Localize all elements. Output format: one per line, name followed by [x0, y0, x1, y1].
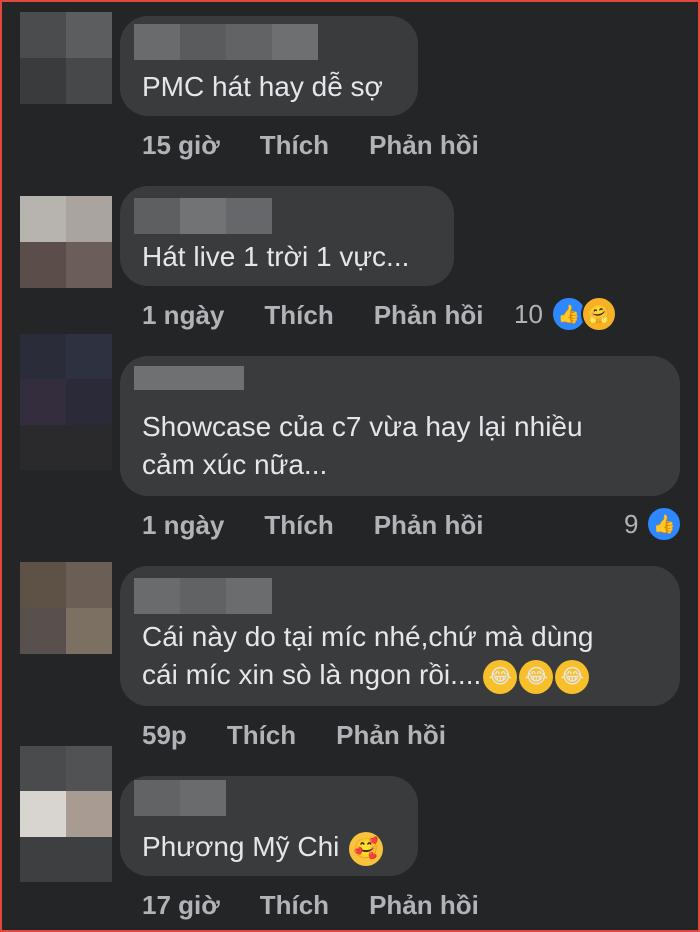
laugh-cry-icon: 😂 — [483, 659, 518, 694]
reaction-summary[interactable]: 10 👍 🤗 — [514, 296, 617, 332]
comment-text: Cái này do tại míc nhé,chứ mà dùng cái m… — [142, 618, 662, 694]
comment-bubble: Cái này do tại míc nhé,chứ mà dùng cái m… — [120, 566, 680, 706]
comment-text: PMC hát hay dễ sợ — [142, 71, 383, 102]
author-name-blurred[interactable] — [134, 578, 272, 614]
comment-actions: 59p Thích Phản hồi — [142, 720, 446, 751]
comment-time[interactable]: 1 ngày — [142, 510, 224, 541]
reaction-summary[interactable]: 9 👍 — [624, 506, 683, 542]
laugh-cry-icon: 😂 — [519, 659, 554, 694]
comment-text: Showcase của c7 vừa hay lại nhiều cảm xú… — [142, 411, 583, 480]
avatar[interactable] — [20, 562, 112, 654]
comment-bubble: Showcase của c7 vừa hay lại nhiều cảm xú… — [120, 356, 680, 496]
comment-time[interactable]: 17 giờ — [142, 890, 220, 921]
comment-actions: 17 giờ Thích Phản hồi — [142, 890, 479, 921]
comment-actions: 15 giờ Thích Phản hồi — [142, 130, 479, 161]
avatar[interactable] — [20, 746, 112, 882]
reaction-count: 9 — [624, 508, 639, 539]
comment-bubble: Hát live 1 trời 1 vực... — [120, 186, 454, 286]
care-icon: 🤗 — [580, 296, 617, 332]
reply-button[interactable]: Phản hồi — [336, 720, 446, 751]
like-button[interactable]: Thích — [260, 130, 329, 161]
comment-time[interactable]: 15 giờ — [142, 130, 220, 161]
author-name-blurred[interactable] — [134, 366, 244, 390]
like-button[interactable]: Thích — [264, 300, 333, 331]
reply-button[interactable]: Phản hồi — [374, 510, 484, 541]
comment-actions: 1 ngày Thích Phản hồi — [142, 300, 484, 331]
comment-bubble: PMC hát hay dễ sợ — [120, 16, 418, 116]
author-name-blurred[interactable] — [134, 24, 318, 60]
like-icon: 👍 — [646, 506, 683, 542]
avatar[interactable] — [20, 196, 112, 288]
comment-time[interactable]: 1 ngày — [142, 300, 224, 331]
like-button[interactable]: Thích — [227, 720, 296, 751]
comment-actions: 1 ngày Thích Phản hồi — [142, 510, 484, 541]
like-button[interactable]: Thích — [264, 510, 333, 541]
laugh-cry-icon: 😂 — [555, 659, 590, 694]
reply-button[interactable]: Phản hồi — [374, 300, 484, 331]
comment-text-content: Phương Mỹ Chi — [142, 831, 340, 862]
comment-text: Hát live 1 trời 1 vực... — [142, 241, 410, 272]
avatar[interactable] — [20, 334, 112, 470]
reply-button[interactable]: Phản hồi — [369, 130, 479, 161]
reply-button[interactable]: Phản hồi — [369, 890, 479, 921]
avatar[interactable] — [20, 12, 112, 104]
smiling-hearts-icon: 🥰 — [349, 831, 384, 866]
comment-time[interactable]: 59p — [142, 720, 187, 751]
comment-bubble: Phương Mỹ Chi 🥰 — [120, 776, 418, 876]
comment-text: Phương Mỹ Chi 🥰 — [142, 828, 400, 866]
author-name-blurred[interactable] — [134, 780, 226, 816]
reaction-count: 10 — [514, 298, 543, 329]
like-button[interactable]: Thích — [260, 890, 329, 921]
author-name-blurred[interactable] — [134, 198, 272, 234]
